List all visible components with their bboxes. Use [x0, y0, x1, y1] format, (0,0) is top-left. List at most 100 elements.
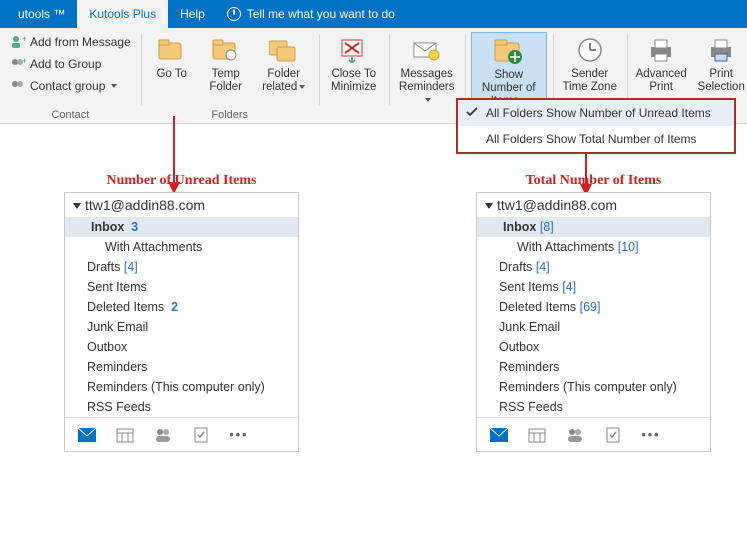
printer-icon: [645, 34, 677, 66]
folder-drafts[interactable]: Drafts [4]: [477, 257, 710, 277]
sender-time-zone-label: Sender Time Zone: [561, 68, 619, 94]
folder-reminders[interactable]: Reminders: [65, 357, 298, 377]
nav-people-icon[interactable]: [565, 425, 585, 445]
nav-bar: •••: [477, 417, 710, 451]
nav-mail-icon[interactable]: [77, 425, 97, 445]
chevron-down-icon: [299, 85, 305, 89]
folder-label: Reminders: [87, 360, 147, 374]
advanced-print-button[interactable]: Advanced Print: [633, 32, 690, 94]
folder-sent-items[interactable]: Sent Items: [65, 277, 298, 297]
folder-temp-icon: [210, 34, 242, 66]
nav-mail-icon[interactable]: [489, 425, 509, 445]
dropdown-item-unread[interactable]: All Folders Show Number of Unread Items: [458, 100, 734, 126]
clock-icon: [574, 34, 606, 66]
folder-reminders-local[interactable]: Reminders (This computer only): [65, 377, 298, 397]
dropdown-item-total[interactable]: All Folders Show Total Number of Items: [458, 126, 734, 152]
group-label-contact: Contact: [6, 107, 135, 121]
folder-label: Inbox: [91, 220, 124, 234]
advanced-print-label: Advanced Print: [635, 68, 688, 94]
folder-label: Sent Items: [87, 280, 147, 294]
tell-me-search[interactable]: Tell me what you want to do: [217, 7, 405, 21]
folder-deleted-items[interactable]: Deleted Items [69]: [477, 297, 710, 317]
tab-kutools-plus[interactable]: Kutools Plus: [77, 0, 168, 28]
account-label: ttw1@addin88.com: [497, 197, 617, 213]
dropdown-item-label: All Folders Show Number of Unread Items: [486, 106, 711, 120]
tab-utools[interactable]: utools ™: [6, 0, 77, 28]
folder-related-button[interactable]: Folder related: [255, 32, 313, 94]
svg-text:+: +: [22, 34, 26, 44]
folder-count: [10]: [618, 240, 639, 254]
checkmark-icon: [466, 106, 478, 118]
chevron-down-icon: [111, 84, 117, 88]
close-minimize-icon: [338, 34, 370, 66]
ribbon-tabstrip: utools ™ Kutools Plus Help Tell me what …: [0, 0, 747, 28]
nav-calendar-icon[interactable]: [527, 425, 547, 445]
folder-count: [4]: [562, 280, 576, 294]
account-label: ttw1@addin88.com: [85, 197, 205, 213]
folder-label: Drafts: [87, 260, 120, 274]
folder-label: Reminders (This computer only): [87, 380, 265, 394]
folder-count: [4]: [124, 260, 138, 274]
svg-text:+: +: [22, 56, 26, 66]
folder-goto-icon: [156, 34, 188, 66]
folder-label: Outbox: [499, 340, 539, 354]
add-to-group-label: Add to Group: [30, 57, 101, 71]
panel-title-total: Total Number of Items: [477, 173, 710, 189]
messages-reminders-button[interactable]: Messages Reminders: [395, 32, 459, 107]
nav-calendar-icon[interactable]: [115, 425, 135, 445]
folder-inbox[interactable]: Inbox 3: [65, 217, 298, 237]
folder-reminders[interactable]: Reminders: [477, 357, 710, 377]
folder-deleted-items[interactable]: Deleted Items 2: [65, 297, 298, 317]
contact-group-label: Contact group: [30, 79, 105, 93]
dropdown-item-label: All Folders Show Total Number of Items: [486, 132, 697, 146]
nav-tasks-icon[interactable]: [191, 425, 211, 445]
go-to-button[interactable]: Go To: [147, 32, 197, 94]
tab-help[interactable]: Help: [168, 0, 217, 28]
folder-label: Junk Email: [499, 320, 560, 334]
close-to-minimize-label: Close To Minimize: [327, 68, 381, 94]
folder-with-attachments[interactable]: With Attachments: [65, 237, 298, 257]
folder-junk-email[interactable]: Junk Email: [477, 317, 710, 337]
folder-with-attachments[interactable]: With Attachments [10]: [477, 237, 710, 257]
folder-outbox[interactable]: Outbox: [65, 337, 298, 357]
add-from-message-button[interactable]: + Add from Message: [6, 32, 135, 52]
folder-label: With Attachments: [517, 240, 614, 254]
printer-selection-icon: [705, 34, 737, 66]
folder-count: [8]: [540, 220, 554, 234]
sender-time-zone-button[interactable]: Sender Time Zone: [559, 32, 621, 94]
nav-more-icon[interactable]: •••: [229, 425, 249, 445]
print-selection-label: Print Selection: [696, 68, 747, 94]
folder-reminders-local[interactable]: Reminders (This computer only): [477, 377, 710, 397]
expand-icon: [485, 203, 493, 209]
folder-rss-feeds[interactable]: RSS Feeds: [65, 397, 298, 417]
folder-label: Outbox: [87, 340, 127, 354]
folder-counter-icon: [493, 35, 525, 67]
go-to-label: Go To: [156, 68, 186, 94]
nav-more-icon[interactable]: •••: [641, 425, 661, 445]
folder-label: Deleted Items: [87, 300, 164, 314]
contact-group-button[interactable]: Contact group: [6, 76, 135, 96]
nav-people-icon[interactable]: [153, 425, 173, 445]
folder-label: With Attachments: [105, 240, 202, 254]
temp-folder-button[interactable]: Temp Folder: [201, 32, 251, 94]
account-header[interactable]: ttw1@addin88.com: [65, 193, 298, 217]
folder-rss-feeds[interactable]: RSS Feeds: [477, 397, 710, 417]
add-to-group-button[interactable]: + Add to Group: [6, 54, 135, 74]
account-header[interactable]: ttw1@addin88.com: [477, 193, 710, 217]
close-to-minimize-button[interactable]: Close To Minimize: [325, 32, 383, 94]
folder-count: [4]: [536, 260, 550, 274]
folder-label: Reminders: [499, 360, 559, 374]
folder-inbox[interactable]: Inbox [8]: [477, 217, 710, 237]
panel-title-unread: Number of Unread Items: [65, 173, 298, 189]
folder-drafts[interactable]: Drafts [4]: [65, 257, 298, 277]
folder-outbox[interactable]: Outbox: [477, 337, 710, 357]
nav-tasks-icon[interactable]: [603, 425, 623, 445]
folder-sent-items[interactable]: Sent Items [4]: [477, 277, 710, 297]
folder-junk-email[interactable]: Junk Email: [65, 317, 298, 337]
print-selection-button[interactable]: Print Selection: [694, 32, 747, 94]
expand-icon: [73, 203, 81, 209]
lightbulb-icon: [227, 7, 241, 21]
tell-me-label: Tell me what you want to do: [247, 7, 395, 21]
contact-add-icon: +: [10, 34, 26, 50]
folder-label: RSS Feeds: [499, 400, 563, 414]
